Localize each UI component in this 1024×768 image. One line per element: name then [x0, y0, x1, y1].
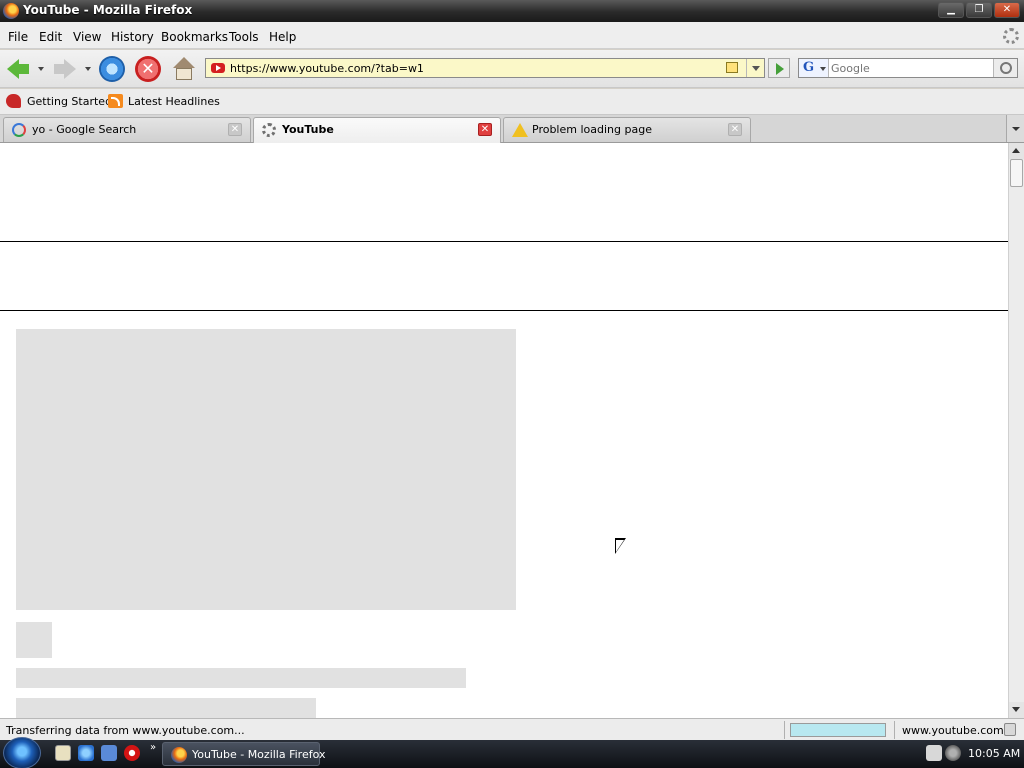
menu-tools[interactable]: Tools	[229, 30, 259, 44]
youtube-favicon-icon	[211, 63, 225, 73]
menu-file[interactable]: File	[8, 30, 28, 44]
activity-throbber-icon	[1003, 28, 1019, 44]
getting-started-icon	[6, 94, 21, 108]
firefox-icon	[3, 3, 19, 19]
security-lock-icon[interactable]	[1004, 723, 1016, 736]
system-clock[interactable]: 10:05 AM	[968, 747, 1020, 760]
warning-icon	[512, 123, 528, 137]
loading-progress-bar	[790, 723, 886, 737]
avatar-placeholder	[16, 622, 52, 658]
rss-feed-icon	[108, 94, 123, 108]
status-host: www.youtube.com	[902, 724, 1004, 737]
back-history-dropdown[interactable]	[38, 67, 44, 71]
loading-icon	[262, 123, 276, 137]
start-button[interactable]	[3, 737, 41, 768]
status-bar: Transferring data from www.youtube.com..…	[0, 718, 1024, 740]
padlock-icon[interactable]	[726, 62, 738, 73]
search-input[interactable]	[831, 60, 991, 76]
go-button[interactable]	[768, 58, 790, 78]
status-separator	[784, 721, 785, 739]
status-separator	[894, 721, 895, 739]
home-roof-icon	[173, 57, 195, 68]
address-bar[interactable]: https://www.youtube.com/?tab=w1	[205, 58, 765, 78]
bookmark-getting-started[interactable]: Getting Started	[27, 95, 112, 108]
taskbar: » YouTube - Mozilla Firefox 10:05 AM	[0, 737, 1024, 768]
firefox-icon	[171, 747, 187, 763]
tab-close-button[interactable]: ✕	[228, 123, 242, 136]
vertical-scrollbar[interactable]	[1008, 143, 1024, 718]
tab-strip: yo - Google Search ✕ YouTube ✕ Problem l…	[0, 115, 1024, 143]
network-tray-icon[interactable]	[926, 745, 942, 761]
menu-view[interactable]: View	[73, 30, 101, 44]
tab-label: Problem loading page	[532, 123, 652, 136]
tab-problem-loading[interactable]: Problem loading page ✕	[503, 117, 751, 142]
google-engine-icon: G	[803, 60, 815, 75]
subtitle-placeholder	[16, 698, 316, 718]
menu-edit[interactable]: Edit	[39, 30, 62, 44]
quick-launch-overflow[interactable]: »	[150, 742, 156, 753]
close-button[interactable]: ✕	[994, 2, 1020, 18]
page-content	[0, 143, 1008, 718]
menu-bookmarks[interactable]: Bookmarks	[161, 30, 228, 44]
stop-button[interactable]: ✕	[135, 56, 161, 82]
url-history-dropdown[interactable]	[746, 59, 764, 77]
menu-help[interactable]: Help	[269, 30, 296, 44]
tab-google-search[interactable]: yo - Google Search ✕	[3, 117, 251, 142]
search-bar: G	[798, 58, 1018, 78]
bookmark-latest-headlines[interactable]: Latest Headlines	[128, 95, 220, 108]
search-engine-selector[interactable]: G	[799, 59, 829, 77]
task-label: YouTube - Mozilla Firefox	[192, 748, 326, 761]
taskbar-firefox-window[interactable]: YouTube - Mozilla Firefox	[162, 742, 326, 766]
title-placeholder	[16, 668, 466, 688]
internet-explorer-icon[interactable]	[78, 745, 94, 761]
opera-icon[interactable]	[124, 745, 140, 761]
header-divider	[0, 241, 1008, 242]
status-text: Transferring data from www.youtube.com..…	[6, 724, 245, 737]
forward-arrow-shaft	[54, 64, 66, 74]
back-button[interactable]	[5, 56, 31, 82]
masthead-divider	[0, 310, 1008, 311]
tab-label: YouTube	[282, 123, 334, 136]
scroll-down-button[interactable]	[1009, 702, 1024, 718]
tab-close-button[interactable]: ✕	[728, 123, 742, 136]
tab-list-button[interactable]	[1006, 115, 1024, 142]
menu-history[interactable]: History	[111, 30, 154, 44]
search-magnifier-icon[interactable]	[993, 59, 1017, 77]
window-title: YouTube - Mozilla Firefox	[23, 3, 193, 17]
minimize-button[interactable]: ▁	[938, 2, 964, 18]
forward-history-dropdown[interactable]	[85, 67, 91, 71]
home-button[interactable]	[171, 56, 197, 82]
show-desktop-icon[interactable]	[55, 745, 71, 761]
restore-button[interactable]: ❐	[966, 2, 992, 18]
scroll-thumb[interactable]	[1010, 159, 1023, 187]
tab-label: yo - Google Search	[32, 123, 137, 136]
video-thumbnail-placeholder	[16, 329, 516, 610]
google-icon	[12, 123, 26, 137]
tab-youtube[interactable]: YouTube ✕	[253, 117, 501, 143]
bookmarks-toolbar: Getting Started Latest Headlines	[0, 89, 1024, 115]
title-bar: YouTube - Mozilla Firefox ▁ ❐ ✕	[0, 0, 1024, 22]
scroll-up-button[interactable]	[1009, 143, 1024, 159]
menu-bar: File Edit View History Bookmarks Tools H…	[0, 22, 1024, 49]
tab-close-button[interactable]: ✕	[478, 123, 492, 136]
volume-tray-icon[interactable]	[945, 745, 961, 761]
reload-button[interactable]	[99, 56, 125, 82]
mouse-cursor-icon	[615, 538, 626, 554]
back-arrow-shaft	[17, 64, 29, 74]
switch-windows-icon[interactable]	[101, 745, 117, 761]
forward-button[interactable]	[52, 56, 78, 82]
url-text[interactable]: https://www.youtube.com/?tab=w1	[230, 62, 424, 75]
home-body-icon	[176, 68, 192, 80]
